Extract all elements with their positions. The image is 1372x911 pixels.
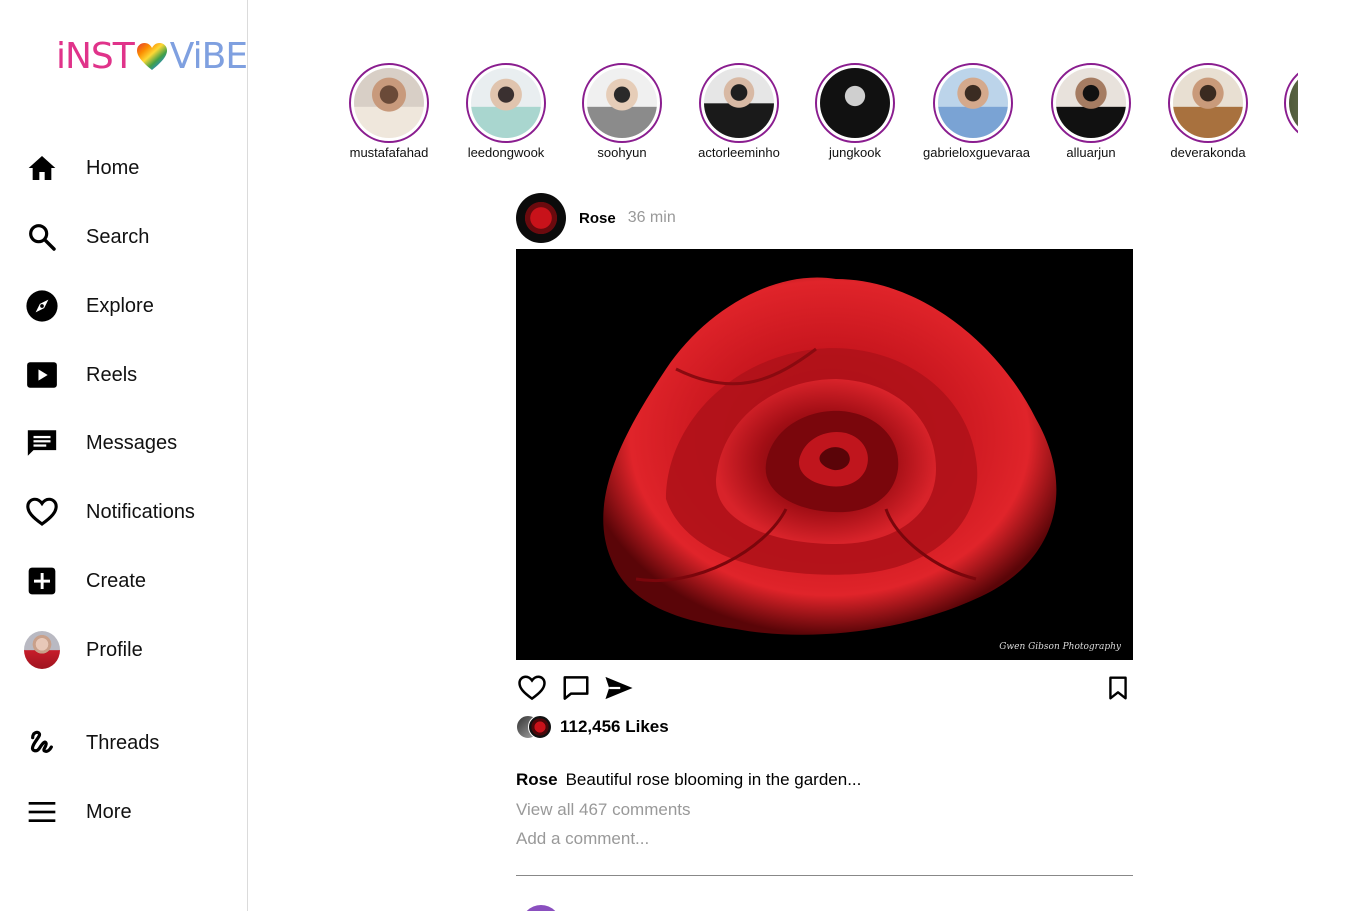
sidebar-item-notifications[interactable]: Notifications	[24, 492, 195, 532]
messages-icon	[24, 425, 60, 461]
post-image[interactable]: Gwen Gibson Photography	[516, 249, 1133, 660]
likes-count[interactable]: 112,456 Likes	[560, 717, 669, 737]
search-icon	[24, 219, 60, 255]
sidebar-item-label: Search	[86, 225, 150, 248]
story-item[interactable]: deverakonda	[1158, 63, 1258, 160]
post-caption: Rose Beautiful rose blooming in the garde…	[516, 770, 861, 790]
sidebar-item-label: More	[86, 800, 132, 823]
story-avatar	[1284, 63, 1298, 143]
post-header: Rose 36 min	[516, 193, 676, 243]
sidebar-item-label: Reels	[86, 363, 138, 386]
sidebar-item-label: Home	[86, 156, 140, 179]
story-username: leedongwook	[467, 145, 545, 160]
app-logo[interactable]: iNST ViBE	[56, 36, 248, 77]
image-watermark: Gwen Gibson Photography	[999, 642, 1121, 652]
sidebar-item-profile[interactable]: Profile	[24, 630, 143, 670]
comment-button[interactable]	[560, 672, 592, 704]
story-username: alluarjun	[1066, 145, 1116, 160]
stories-bar: mustafafahad leedongwook soohyun actorle…	[344, 63, 1298, 163]
story-item[interactable]: alluarjun	[1041, 63, 1141, 160]
story-item[interactable]: mustafafahad	[344, 63, 439, 160]
sidebar: iNST ViBE Home Search Explore Reels Mess…	[0, 0, 248, 911]
story-username: actorleeminho	[698, 145, 780, 160]
rainbow-heart-icon	[136, 42, 167, 70]
avatar[interactable]	[516, 193, 566, 243]
plus-square-icon	[24, 563, 60, 599]
sidebar-item-label: Profile	[86, 638, 143, 661]
bookmark-icon	[1109, 676, 1127, 700]
sidebar-item-explore[interactable]: Explore	[24, 286, 154, 326]
story-item[interactable]: jungkook	[805, 63, 905, 160]
likes-row: 112,456 Likes	[516, 714, 669, 740]
avatar	[24, 631, 60, 669]
story-username: deverakonda	[1170, 145, 1246, 160]
story-username: jungkook	[828, 145, 882, 160]
post-timestamp: 36 min	[627, 209, 676, 226]
story-avatar	[582, 63, 662, 143]
story-avatar	[815, 63, 895, 143]
sidebar-item-label: Explore	[86, 294, 154, 317]
logo-text-left: iNST	[56, 36, 135, 77]
sidebar-item-label: Notifications	[86, 500, 195, 523]
heart-icon	[518, 675, 546, 701]
story-username: mustafafahad	[349, 145, 429, 160]
add-comment-input[interactable]	[516, 829, 1116, 849]
like-button[interactable]	[516, 672, 548, 704]
comment-icon	[563, 676, 589, 700]
avatar	[521, 905, 561, 911]
sidebar-item-create[interactable]: Create	[24, 561, 146, 601]
save-button[interactable]	[1102, 672, 1134, 704]
story-avatar	[933, 63, 1013, 143]
sidebar-item-messages[interactable]: Messages	[24, 423, 177, 463]
post-divider	[516, 875, 1133, 876]
logo-text-right: ViBE	[169, 36, 248, 77]
send-icon	[605, 676, 633, 700]
story-item[interactable]: gabrieloxguevaraa	[923, 63, 1030, 160]
menu-icon	[24, 794, 60, 830]
story-item[interactable]: soohyun	[572, 63, 672, 160]
avatar	[528, 715, 552, 739]
story-item[interactable]: actorleeminho	[689, 63, 789, 160]
home-icon	[24, 150, 60, 186]
sidebar-item-more[interactable]: More	[24, 792, 132, 832]
story-avatar	[699, 63, 779, 143]
share-button[interactable]	[603, 672, 635, 704]
compass-icon	[24, 288, 60, 324]
reels-icon	[24, 357, 60, 393]
story-avatar	[1051, 63, 1131, 143]
sidebar-item-search[interactable]: Search	[24, 217, 149, 257]
heart-icon	[24, 494, 60, 530]
view-comments-link[interactable]: View all 467 comments	[516, 800, 691, 820]
story-avatar	[1168, 63, 1248, 143]
story-avatar	[466, 63, 546, 143]
sidebar-item-reels[interactable]: Reels	[24, 355, 137, 395]
caption-text: Beautiful rose blooming in the garden...	[565, 770, 862, 789]
sidebar-item-threads[interactable]: Threads	[24, 723, 159, 763]
sidebar-item-label: Messages	[86, 431, 178, 454]
rose-image	[516, 249, 1133, 660]
sidebar-item-home[interactable]: Home	[24, 148, 139, 188]
story-item[interactable]: leedongwook	[456, 63, 556, 160]
story-avatar	[349, 63, 429, 143]
story-username: soohyun	[597, 145, 647, 160]
caption-username[interactable]: Rose	[516, 770, 558, 789]
post-username[interactable]: Rose	[579, 210, 616, 227]
story-username: gabrieloxguevaraa	[923, 145, 1030, 160]
sidebar-item-label: Threads	[86, 731, 160, 754]
story-item[interactable]	[1274, 63, 1298, 143]
threads-icon	[24, 725, 60, 761]
post-actions	[516, 672, 1133, 704]
sidebar-item-label: Create	[86, 569, 147, 592]
